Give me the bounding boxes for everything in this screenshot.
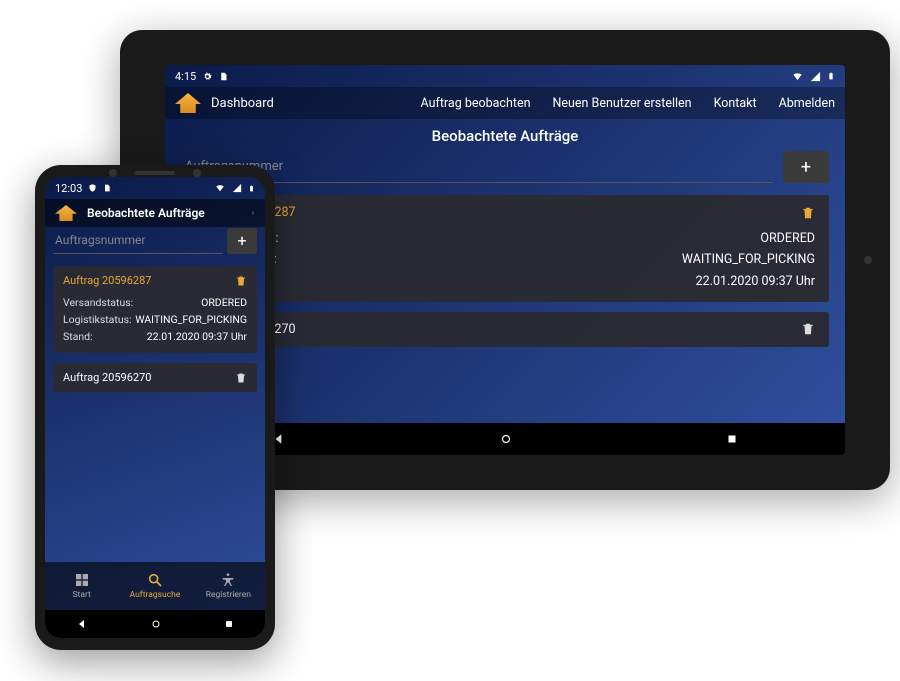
order-card[interactable]: Auftrag 20596270 — [181, 312, 829, 347]
nav-create-user[interactable]: Neuen Benutzer erstellen — [552, 96, 691, 111]
gear-icon — [202, 71, 213, 82]
bottom-nav-label: Start — [73, 590, 91, 600]
phone-app-header: Beobachtete Aufträge — [45, 199, 265, 227]
phone-status-bar: 12:03 — [45, 177, 265, 199]
shield-icon — [88, 183, 97, 193]
bottom-nav-label: Registrieren — [206, 590, 251, 600]
row-label: Stand: — [63, 329, 93, 346]
wifi-icon — [791, 71, 804, 82]
doc-icon — [219, 71, 228, 82]
nav-watch-order[interactable]: Auftrag beobachten — [421, 96, 531, 111]
back-button[interactable] — [76, 618, 88, 630]
signal-icon — [232, 183, 242, 193]
app-logo — [55, 205, 77, 221]
nav-logout[interactable]: Abmelden — [779, 96, 835, 111]
status-time: 4:15 — [175, 70, 196, 83]
order-title: Auftrag 20596287 — [63, 274, 151, 287]
bottom-nav-register[interactable]: Registrieren — [192, 562, 265, 610]
phone-device: 12:03 — [35, 165, 275, 650]
page-title: Beobachtete Aufträge — [165, 119, 845, 151]
order-title: Auftrag 20596270 — [63, 371, 151, 384]
home-button[interactable] — [499, 432, 513, 446]
recent-button[interactable] — [224, 619, 234, 629]
accessibility-icon — [220, 572, 236, 588]
phone-notch — [109, 169, 201, 177]
bottom-nav-search[interactable]: Auftragsuche — [118, 562, 191, 610]
nav-dashboard[interactable]: Dashboard — [211, 96, 274, 111]
page-title: Beobachtete Aufträge — [87, 206, 205, 220]
trash-icon[interactable] — [801, 206, 815, 220]
row-value: ORDERED — [760, 228, 815, 249]
row-value: ORDERED — [201, 295, 247, 312]
home-button[interactable] — [150, 618, 162, 630]
doc-icon — [103, 183, 111, 193]
search-icon — [147, 572, 163, 588]
order-card[interactable]: Auftrag 20596287 Versandstatus: ORDERED L… — [53, 266, 257, 353]
row-value: WAITING_FOR_PICKING — [682, 249, 815, 270]
bottom-nav-label: Auftragsuche — [130, 590, 181, 600]
battery-icon — [248, 183, 255, 194]
add-button[interactable]: + — [783, 151, 829, 183]
row-label: Logistikstatus: — [63, 312, 132, 329]
bottom-nav: Start Auftragsuche Registrieren — [45, 562, 265, 610]
order-number-input[interactable]: Auftragsnummer — [53, 227, 223, 254]
row-value: WAITING_FOR_PICKING — [135, 312, 247, 329]
tablet-app-header: Dashboard Auftrag beobachten Neuen Benut… — [165, 87, 845, 119]
nav-contact[interactable]: Kontakt — [714, 96, 757, 111]
bottom-nav-start[interactable]: Start — [45, 562, 118, 610]
row-label: Versandstatus: — [63, 295, 133, 312]
trash-icon[interactable] — [235, 372, 247, 384]
phone-screen: 12:03 — [45, 177, 265, 638]
trash-icon[interactable] — [235, 275, 247, 287]
system-nav — [45, 610, 265, 638]
wifi-icon — [214, 183, 226, 193]
search-row: Auftragsnummer + — [181, 151, 829, 183]
grid-icon — [74, 572, 90, 588]
recent-button[interactable] — [726, 433, 738, 445]
tablet-status-bar: 4:15 — [165, 65, 845, 87]
add-button[interactable]: + — [227, 228, 257, 254]
row-value: 22.01.2020 09:37 Uhr — [147, 329, 247, 346]
phone-content: Auftragsnummer + Auftrag 20596287 Versan… — [45, 227, 265, 562]
trash-icon[interactable] — [801, 322, 815, 336]
order-card[interactable]: Auftrag 20596270 — [53, 363, 257, 392]
overflow-menu-icon[interactable] — [251, 206, 255, 220]
tablet-camera — [864, 256, 872, 264]
signal-icon — [810, 71, 821, 82]
order-card[interactable]: Auftrag 20596287 Versandstatus:ORDERED L… — [181, 195, 829, 302]
app-logo — [175, 93, 201, 113]
battery-icon — [827, 70, 835, 82]
row-value: 22.01.2020 09:37 Uhr — [696, 271, 815, 292]
status-time: 12:03 — [55, 182, 82, 195]
search-row: Auftragsnummer + — [53, 227, 257, 254]
